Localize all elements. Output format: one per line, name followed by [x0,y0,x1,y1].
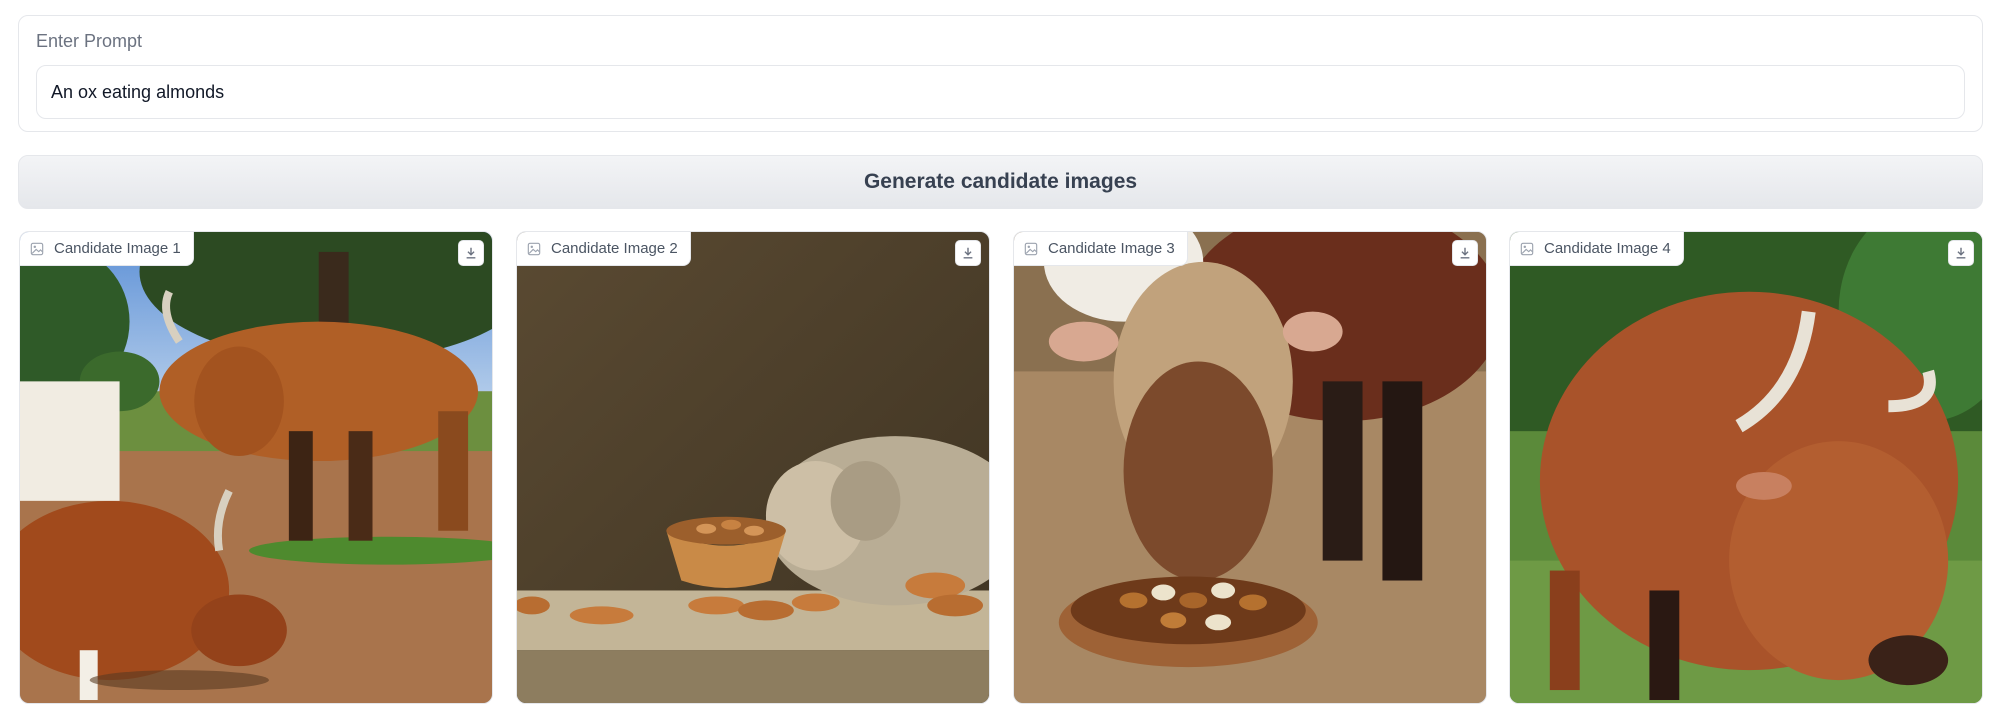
prompt-label: Enter Prompt [36,31,143,51]
download-icon [963,247,973,259]
download-button-3[interactable] [1452,240,1478,266]
candidate-image-2-label: Candidate Image 2 [517,232,691,266]
download-icon [1460,247,1470,259]
candidate-image-3[interactable]: Candidate Image 3 [1013,231,1487,704]
candidate-image-1-picture [20,232,492,703]
candidate-image-3-title: Candidate Image 3 [1048,240,1175,257]
candidate-image-4-title: Candidate Image 4 [1544,240,1671,257]
candidate-image-1-label: Candidate Image 1 [20,232,194,266]
prompt-input[interactable]: An ox eating almonds [36,65,1965,119]
prompt-block: Enter Prompt An ox eating almonds [18,15,1983,132]
candidate-image-1-title: Candidate Image 1 [54,240,181,257]
download-icon [1956,247,1966,259]
image-icon [1024,242,1038,255]
download-button-2[interactable] [955,240,981,266]
download-icon [466,247,476,259]
candidate-image-2-picture [517,232,989,703]
download-button-1[interactable] [458,240,484,266]
image-icon [30,242,44,255]
candidate-image-2[interactable]: Candidate Image 2 [516,231,990,704]
candidate-image-3-picture [1014,232,1486,703]
candidate-image-4-label: Candidate Image 4 [1510,232,1684,266]
generate-button[interactable]: Generate candidate images [18,155,1983,209]
candidate-image-2-title: Candidate Image 2 [551,240,678,257]
image-icon [527,242,541,255]
candidate-image-1[interactable]: Candidate Image 1 [19,231,493,704]
candidate-image-3-label: Candidate Image 3 [1014,232,1188,266]
candidate-image-4[interactable]: Candidate Image 4 [1509,231,1983,704]
candidate-image-4-picture [1510,232,1982,703]
image-icon [1520,242,1534,255]
download-button-4[interactable] [1948,240,1974,266]
